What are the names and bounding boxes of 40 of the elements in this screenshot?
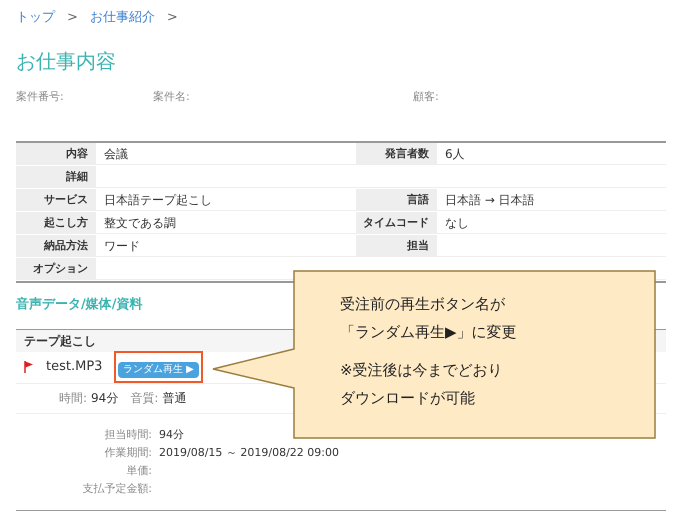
stat-label: 時間: [59, 390, 88, 407]
detail-label: サービス [16, 189, 96, 211]
callout-text: 受注前の再生ボタン名が 「ランダム再生▶」に変更 [340, 294, 518, 343]
detail-label: 言語 [356, 189, 437, 211]
callout-text: ※受注後は今までどおり ダウンロードが可能 [340, 360, 504, 409]
meta-label: 顧客: [413, 89, 439, 105]
detail-value: 整文である調 [96, 212, 356, 234]
detail-label: 発言者数 [356, 143, 437, 165]
meta-label: 案件名: [153, 89, 191, 105]
detail-label: オプション [16, 258, 96, 280]
breadcrumb-separator: > [166, 9, 178, 28]
page-title: お仕事内容 [16, 48, 117, 75]
meta-label: 案件番号: [16, 89, 65, 105]
stat-label: 音質: [130, 390, 158, 407]
detail-label: 内容 [16, 143, 96, 165]
info-label: 単価: [125, 462, 152, 478]
breadcrumb-separator: > [67, 9, 78, 28]
file-name: test.MP3 [46, 358, 104, 376]
detail-label: タイムコード [356, 212, 437, 234]
detail-value: 会議 [96, 143, 356, 165]
detail-label: 起こし方 [16, 212, 96, 234]
detail-value: 6人 [437, 143, 666, 165]
info-value: 94分 [159, 426, 184, 442]
info-label: 支払予定金額: [81, 480, 152, 496]
info-label: 担当時間: [103, 426, 152, 442]
detail-value: 日本語 → 日本語 [437, 189, 666, 211]
detail-label: 納品方法 [16, 235, 96, 257]
info-label: 作業期間: [103, 444, 152, 460]
info-value: 2019/08/15 ～ 2019/08/22 09:00 [159, 444, 339, 460]
section-title: 音声データ/媒体/資料 [16, 296, 142, 314]
detail-label: 担当 [356, 235, 437, 257]
breadcrumb-link[interactable]: お仕事紹介 [90, 8, 155, 28]
random-play-button[interactable]: ランダム再生 ▶ [118, 362, 199, 378]
stat-value: 94分 [91, 390, 118, 407]
breadcrumb-link[interactable]: トップ [16, 8, 55, 28]
detail-label: 詳細 [16, 166, 96, 188]
detail-value: 日本語テープ起こし [96, 189, 356, 211]
detail-value: ワード [96, 235, 356, 257]
stat-value: 普通 [162, 390, 186, 407]
detail-value: なし [437, 212, 666, 234]
